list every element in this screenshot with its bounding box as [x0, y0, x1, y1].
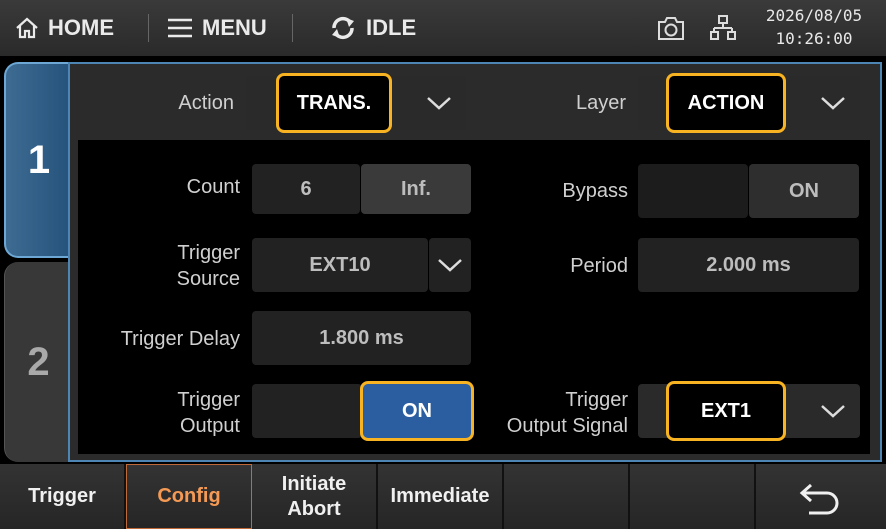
bypass-on-button[interactable]: ON — [749, 164, 859, 218]
menu-button[interactable]: MENU — [166, 0, 267, 56]
trigger-source-label: Trigger Source — [120, 240, 240, 292]
chevron-down-icon — [821, 405, 845, 418]
home-icon — [16, 17, 38, 39]
softkey-back[interactable] — [756, 464, 886, 529]
bypass-label: Bypass — [562, 180, 628, 202]
softkey-config[interactable]: Config — [126, 464, 252, 529]
action-value[interactable]: TRANS. — [276, 73, 392, 133]
trigger-source-value[interactable]: EXT10 — [252, 238, 428, 292]
layer-dropdown-toggle[interactable] — [808, 78, 858, 128]
bypass-off-button[interactable] — [638, 164, 748, 218]
layer-value[interactable]: ACTION — [666, 73, 786, 133]
run-status: IDLE — [328, 0, 416, 56]
count-label: Count — [186, 176, 240, 198]
softkey-initiate-abort[interactable]: Initiate Abort — [252, 464, 378, 529]
softkey-initiate-label: Initiate — [281, 472, 347, 495]
trigger-output-signal-value[interactable]: EXT1 — [666, 381, 786, 441]
trigger-output-label-line1: Trigger — [177, 389, 240, 411]
trigger-output-signal-dropdown-toggle[interactable] — [808, 386, 858, 436]
home-label: HOME — [48, 15, 114, 40]
status-label: IDLE — [366, 15, 417, 40]
softkey-immediate[interactable]: Immediate — [378, 464, 504, 529]
camera-icon[interactable] — [656, 14, 686, 42]
status-bar: HOME MENU IDLE 2026/08/05 10:26:00 — [0, 0, 886, 56]
trigger-output-on-button[interactable]: ON — [360, 381, 474, 441]
layer-label: Layer — [575, 92, 626, 114]
divider — [292, 14, 293, 42]
trigger-output-signal-label: Trigger Output Signal — [480, 387, 628, 439]
trigger-delay-label: Trigger Delay — [120, 328, 240, 350]
softkey-empty-6[interactable] — [630, 464, 756, 529]
count-inf-button[interactable]: Inf. — [361, 164, 471, 214]
trigger-source-label-line1: Trigger — [177, 242, 240, 264]
count-value[interactable]: 6 — [252, 164, 360, 214]
network-icon — [710, 15, 736, 40]
period-value[interactable]: 2.000 ms — [638, 238, 859, 292]
trigger-delay-value[interactable]: 1.800 ms — [252, 311, 471, 365]
softkey-abort-label: Abort — [287, 497, 341, 520]
date-text: 2026/08/05 — [765, 6, 863, 25]
action-label: Action — [178, 92, 234, 114]
trigger-output-off-button[interactable] — [252, 384, 362, 438]
back-arrow-icon — [799, 483, 839, 514]
hamburger-icon — [168, 18, 192, 38]
softkey-trigger[interactable]: Trigger — [0, 464, 126, 529]
chevron-down-icon — [427, 97, 451, 110]
trigger-output-signal-label-line2: Output Signal — [506, 415, 628, 437]
time-text: 10:26:00 — [775, 29, 853, 48]
tab-channel-1[interactable]: 1 — [4, 62, 72, 258]
tab-channel-2[interactable]: 2 — [4, 262, 72, 462]
chevron-down-icon — [438, 259, 462, 272]
trigger-source-dropdown-toggle[interactable] — [429, 238, 471, 292]
trigger-output-label-line2: Output — [179, 415, 240, 437]
softkey-empty-5[interactable] — [504, 464, 630, 529]
softkey-bar: Trigger Config Initiate Abort Immediate — [0, 464, 886, 529]
divider — [148, 14, 149, 42]
menu-label: MENU — [202, 15, 267, 40]
clock: 2026/08/05 10:26:00 — [752, 4, 876, 50]
chevron-down-icon — [821, 97, 845, 110]
period-label: Period — [570, 255, 628, 277]
trigger-source-label-line2: Source — [176, 268, 240, 290]
refresh-icon — [332, 16, 354, 40]
trigger-output-label: Trigger Output — [120, 387, 240, 439]
action-dropdown-toggle[interactable] — [414, 78, 464, 128]
trigger-output-signal-label-line1: Trigger — [565, 389, 628, 411]
home-button[interactable]: HOME — [14, 0, 114, 56]
